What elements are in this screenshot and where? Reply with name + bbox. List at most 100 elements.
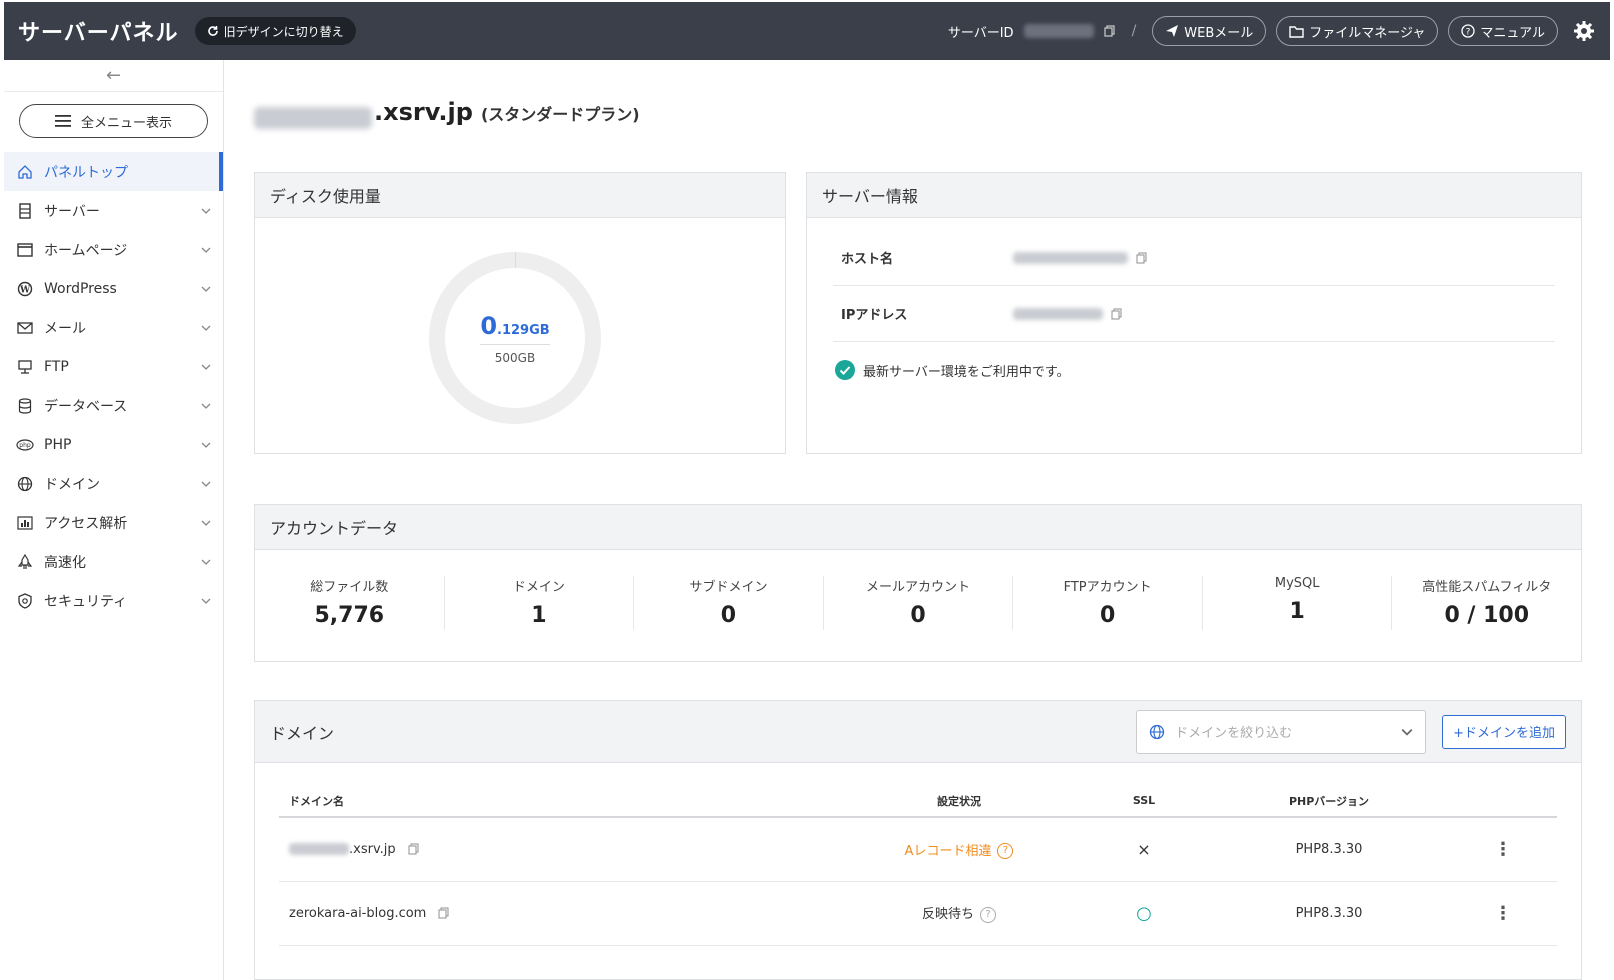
domain-prefix-redacted [254,107,372,129]
question-icon[interactable]: ? [980,906,996,923]
sidebar-item-mail[interactable]: メール [4,308,223,347]
php-icon: php [16,436,34,454]
row-menu-button[interactable]: ⋮ [1449,881,1557,946]
collapse-sidebar-button[interactable]: ← [4,60,223,92]
manual-label: マニュアル [1480,25,1545,41]
status-cell[interactable]: Aレコード相違? [839,817,1079,882]
sidebar-item-security[interactable]: セキュリティ [4,581,223,620]
account-data-heading: アカウントデータ [255,505,1581,550]
stat-label: サブドメイン [689,580,768,595]
add-domain-button[interactable]: +ドメインを追加 [1442,714,1566,749]
ssl-cell: × [1079,817,1209,882]
domain-filter-select[interactable]: ドメインを絞り込む [1136,709,1427,754]
chevron-down-icon [201,559,211,565]
disk-usage-text: 0.129GB 500GB [425,248,605,428]
question-icon[interactable]: ? [997,843,1014,859]
sidebar-item-wordpress[interactable]: W WordPress [4,269,223,308]
server-id-value [1023,24,1094,38]
check-circle-icon [835,360,855,380]
host-name-value [1013,251,1128,264]
header-separator: / [1131,23,1137,39]
php-version-cell: PHP8.3.30 [1209,881,1449,946]
chevron-down-icon [201,598,211,604]
sidebar-item-label: データベース [44,398,128,415]
disk-used-value: 0.129GB [480,312,549,340]
disk-usage-card: ディスク使用量 0.129GB 500GB [254,172,786,454]
copy-icon[interactable] [438,907,450,919]
table-row: .xsrv.jp Aレコード相違? × PHP8.3.30 ⋮ [279,817,1557,882]
kebab-menu-icon: ⋮ [1494,902,1512,924]
ip-address-label: IPアドレス [841,308,908,323]
rocket-icon [16,553,34,571]
stat-value: 0 [720,603,737,628]
domain-name-redacted [289,843,349,856]
sidebar-item-server[interactable]: サーバー [4,191,223,230]
stat-label: 総ファイル数 [310,580,389,595]
stat-mail-accounts: メールアカウント 0 [824,576,1014,630]
globe-icon [16,475,34,493]
sidebar-item-speedup[interactable]: 高速化 [4,542,223,581]
sidebar-item-domain[interactable]: ドメイン [4,464,223,503]
stat-value: 5,776 [314,603,385,628]
manual-button[interactable]: ? マニュアル [1448,16,1558,46]
sidebar-item-panel-top[interactable]: パネルトップ [4,152,223,191]
disk-used-frac: .129GB [497,322,550,338]
copy-icon[interactable] [1111,307,1123,320]
sidebar-item-label: セキュリティ [44,593,128,610]
all-menu-button[interactable]: 全メニュー表示 [19,104,208,138]
server-id-label: サーバーID [947,25,1014,41]
domain-name-text: zerokara-ai-blog.com [289,905,427,921]
stat-domains: ドメイン 1 [445,576,635,630]
stat-total-files: 総ファイル数 5,776 [255,576,445,630]
sidebar-item-label: メール [44,320,86,337]
file-manager-button[interactable]: ファイルマネージャ [1276,16,1439,46]
chevron-down-icon [201,403,211,409]
chevron-down-icon [201,520,211,526]
sidebar-item-label: PHP [44,436,72,453]
domain-name-cell: zerokara-ai-blog.com [279,881,839,946]
table-row: zerokara-ai-blog.com 反映待ち? ○ PHP8.3.30 ⋮ [279,881,1557,946]
sidebar-item-homepage[interactable]: ホームページ [4,230,223,269]
top-header: サーバーパネル 旧デザインに切り替え サーバーID / WEBメール ファイルマ… [4,2,1610,60]
copy-icon[interactable] [408,843,420,855]
sidebar: ← 全メニュー表示 パネルトップ サーバー ホームページ W WordPress… [4,60,224,980]
status-cell[interactable]: 反映待ち? [839,881,1079,946]
webmail-button[interactable]: WEBメール [1152,16,1267,46]
disk-usage-heading: ディスク使用量 [255,173,785,218]
domain-table: ドメイン名 設定状況 SSL PHPバージョン .xsrv.jp Aレコード相違… [279,785,1557,946]
host-name-row: ホスト名 [833,230,1555,286]
stat-value: 0 [1099,603,1116,628]
svg-text:W: W [19,285,31,295]
server-status-text: 最新サーバー環境をご利用中です。 [863,364,1070,380]
copy-icon[interactable] [1136,251,1148,264]
server-status: 最新サーバー環境をご利用中です。 [833,360,1555,380]
old-design-button[interactable]: 旧デザインに切り替え [194,17,356,45]
row-menu-button[interactable]: ⋮ [1449,817,1557,882]
domain-card: ドメイン ドメインを絞り込む +ドメインを追加 ドメイン名 設定状況 SSL P… [254,700,1582,980]
sidebar-item-label: ホームページ [44,242,128,259]
col-ssl: SSL [1079,785,1209,818]
stat-value: 0 / 100 [1444,603,1530,628]
arrow-left-icon: ← [105,65,122,86]
database-icon [16,397,34,415]
stat-value: 1 [1289,599,1305,624]
ip-address-value [1013,307,1103,320]
stat-mysql: MySQL 1 [1203,576,1393,630]
sidebar-item-access-analysis[interactable]: アクセス解析 [4,503,223,542]
sidebar-item-label: アクセス解析 [44,515,128,532]
sidebar-item-php[interactable]: php PHP [4,425,223,464]
sidebar-item-database[interactable]: データベース [4,386,223,425]
hamburger-icon [54,115,71,127]
gear-icon[interactable] [1572,19,1596,43]
ip-address-row: IPアドレス [833,286,1555,342]
table-header-row: ドメイン名 設定状況 SSL PHPバージョン [279,785,1557,818]
copy-icon[interactable] [1103,25,1116,37]
ssl-circle-icon: ○ [1136,902,1152,924]
ssl-cell: ○ [1079,881,1209,946]
col-actions [1449,785,1557,818]
home-icon [16,163,34,181]
sidebar-item-ftp[interactable]: FTP [4,347,223,386]
svg-text:?: ? [1466,28,1471,38]
sidebar-item-label: 高速化 [44,554,86,571]
page-title: .xsrv.jp (スタンダードプラン) [254,98,640,138]
